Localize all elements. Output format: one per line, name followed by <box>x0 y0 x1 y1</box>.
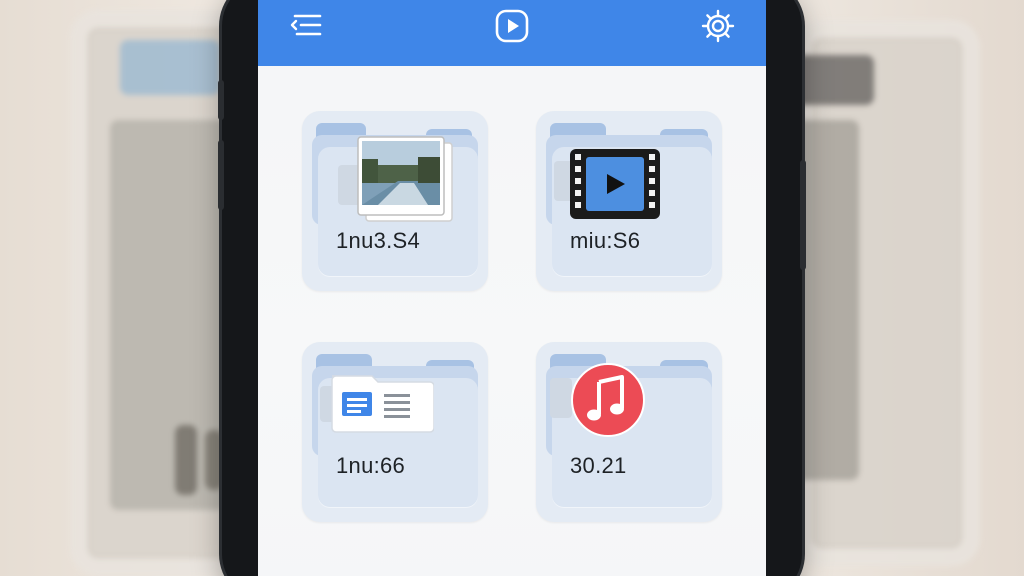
music-icon <box>550 362 650 442</box>
video-icon <box>554 147 664 223</box>
folder-label: 1nu:66 <box>336 453 406 478</box>
play-icon[interactable] <box>494 8 530 44</box>
folder-tile-music[interactable]: 30.21 <box>536 342 722 522</box>
phone-side-button <box>218 140 224 210</box>
background-bottle <box>175 425 197 495</box>
background-right <box>784 0 1024 576</box>
folder-label: miu:S6 <box>570 228 641 253</box>
phone: 1nu3.S4 miu:S6 1nu:66 30.21 <box>218 0 806 576</box>
background-blue-panel <box>120 40 220 95</box>
folder-label: 30.21 <box>570 453 627 478</box>
photos-icon <box>338 131 456 227</box>
app-bar <box>258 0 766 66</box>
phone-screen: 1nu3.S4 miu:S6 1nu:66 30.21 <box>258 0 766 576</box>
background-left <box>0 0 256 576</box>
folder-tile-photos[interactable]: 1nu3.S4 <box>302 111 488 291</box>
phone-side-button <box>218 80 224 120</box>
folder-label: 1nu3.S4 <box>336 228 421 253</box>
phone-side-button <box>800 160 806 270</box>
document-icon <box>320 370 435 434</box>
background-bottle <box>205 430 223 490</box>
folder-tile-videos[interactable]: miu:S6 <box>536 111 722 291</box>
gear-icon[interactable] <box>700 8 736 44</box>
menu-back-icon[interactable] <box>288 8 324 44</box>
folder-tile-documents[interactable]: 1nu:66 <box>302 342 488 522</box>
